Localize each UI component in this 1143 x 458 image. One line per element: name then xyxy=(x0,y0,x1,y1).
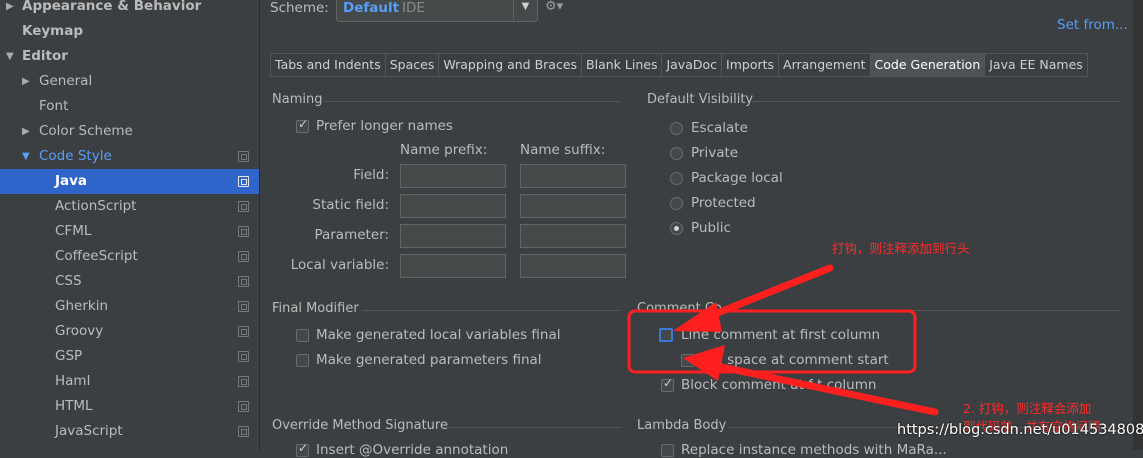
annotation-note-1: 打钩，则注释添加到行头 xyxy=(832,241,970,256)
watermark-text: https://blog.csdn.net/u014534808 xyxy=(897,422,1143,438)
arrow-icon xyxy=(673,264,834,332)
annotation-note-2a: 2. 打钩，则注释会添加 xyxy=(963,401,1092,416)
annotation-overlay xyxy=(627,264,939,416)
arrow-icon xyxy=(683,345,939,416)
highlight-box xyxy=(627,309,917,374)
